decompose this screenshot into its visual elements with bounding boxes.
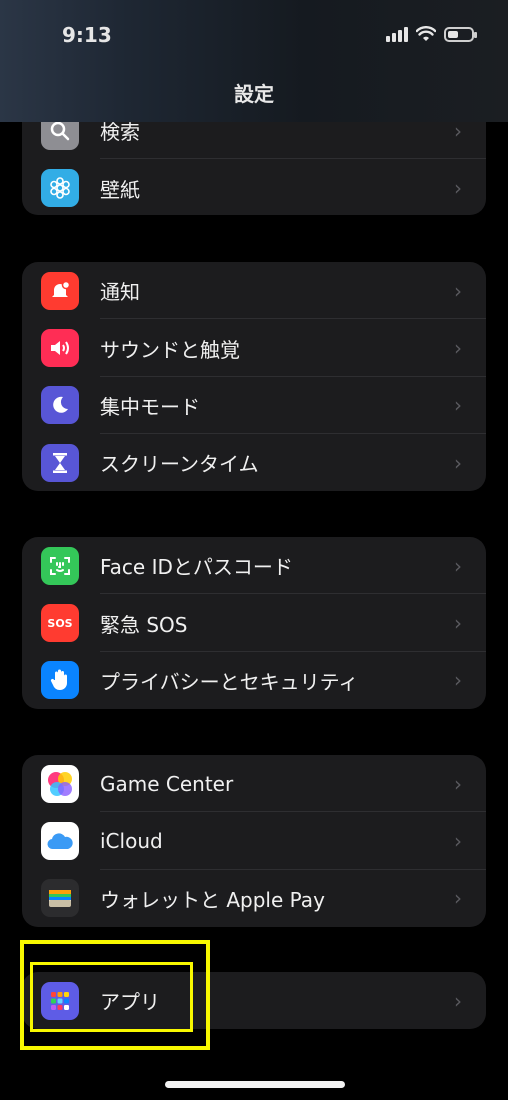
settings-group-2: 通知 › サウンドと触覚 › 集中モード › スクリーンタイム › bbox=[22, 262, 486, 491]
settings-row-label: 通知 bbox=[100, 280, 140, 305]
chevron-right-icon: › bbox=[454, 118, 462, 143]
settings-row-wallet[interactable]: ウォレットと Apple Pay › bbox=[22, 870, 486, 927]
chevron-right-icon: › bbox=[454, 278, 462, 303]
notifications-icon bbox=[41, 271, 79, 310]
settings-row-label: サウンドと触覚 bbox=[100, 337, 240, 362]
chevron-right-icon: › bbox=[454, 553, 462, 578]
settings-group-5: アプリ › bbox=[22, 972, 486, 1029]
icloud-icon bbox=[41, 822, 79, 861]
settings-row-label: スクリーンタイム bbox=[100, 452, 259, 477]
chevron-right-icon: › bbox=[454, 771, 462, 796]
chevron-right-icon: › bbox=[454, 450, 462, 475]
settings-row-screen-time[interactable]: スクリーンタイム › bbox=[22, 434, 486, 491]
sos-icon: SOS bbox=[41, 604, 79, 643]
chevron-right-icon: › bbox=[454, 988, 462, 1013]
settings-group-3: Face IDとパスコード › SOS 緊急 SOS › プライバシーとセキュリ… bbox=[22, 537, 486, 709]
chevron-right-icon: › bbox=[454, 336, 462, 361]
status-time: 9:13 bbox=[62, 23, 112, 47]
settings-row-icloud[interactable]: iCloud › bbox=[22, 812, 486, 870]
settings-row-emergency-sos[interactable]: SOS 緊急 SOS › bbox=[22, 594, 486, 652]
header: 9:13 設定 bbox=[0, 0, 508, 122]
home-indicator[interactable] bbox=[165, 1081, 345, 1088]
settings-row-privacy[interactable]: プライバシーとセキュリティ › bbox=[22, 652, 486, 709]
settings-row-face-id[interactable]: Face IDとパスコード › bbox=[22, 537, 486, 595]
settings-row-wallpaper[interactable]: 壁紙 › bbox=[22, 159, 486, 215]
settings-group-4: Game Center › iCloud › ウォレットと Apple Pay … bbox=[22, 755, 486, 927]
settings-row-label: アプリ bbox=[100, 990, 160, 1015]
apps-grid-icon bbox=[41, 981, 79, 1020]
settings-row-label: 壁紙 bbox=[100, 177, 140, 202]
settings-row-focus[interactable]: 集中モード › bbox=[22, 377, 486, 435]
chevron-right-icon: › bbox=[454, 176, 462, 201]
settings-row-label: iCloud bbox=[100, 829, 163, 854]
settings-row-game-center[interactable]: Game Center › bbox=[22, 755, 486, 813]
chevron-right-icon: › bbox=[454, 668, 462, 693]
chevron-right-icon: › bbox=[454, 393, 462, 418]
settings-row-label: Game Center bbox=[100, 771, 234, 796]
hourglass-icon bbox=[41, 443, 79, 482]
wallpaper-icon bbox=[41, 169, 79, 208]
moon-icon bbox=[41, 386, 79, 425]
game-center-icon bbox=[41, 764, 79, 803]
sound-icon bbox=[41, 329, 79, 368]
battery-icon bbox=[444, 26, 477, 42]
wifi-icon bbox=[416, 26, 436, 41]
settings-row-label: 緊急 SOS bbox=[100, 612, 188, 637]
wallet-icon bbox=[41, 879, 79, 918]
settings-row-label: Face IDとパスコード bbox=[100, 555, 293, 580]
face-id-icon bbox=[41, 546, 79, 585]
settings-row-apps[interactable]: アプリ › bbox=[22, 972, 486, 1029]
cellular-signal-icon bbox=[386, 26, 408, 42]
hand-icon bbox=[41, 661, 79, 700]
status-icons bbox=[386, 26, 477, 42]
settings-row-label: 集中モード bbox=[100, 394, 200, 419]
chevron-right-icon: › bbox=[454, 611, 462, 636]
settings-row-notifications[interactable]: 通知 › bbox=[22, 262, 486, 320]
settings-row-label: プライバシーとセキュリティ bbox=[100, 669, 359, 694]
chevron-right-icon: › bbox=[454, 829, 462, 854]
settings-row-label: ウォレットと Apple Pay bbox=[100, 887, 325, 912]
chevron-right-icon: › bbox=[454, 886, 462, 911]
page-title: 設定 bbox=[234, 82, 274, 106]
settings-row-sounds[interactable]: サウンドと触覚 › bbox=[22, 319, 486, 377]
